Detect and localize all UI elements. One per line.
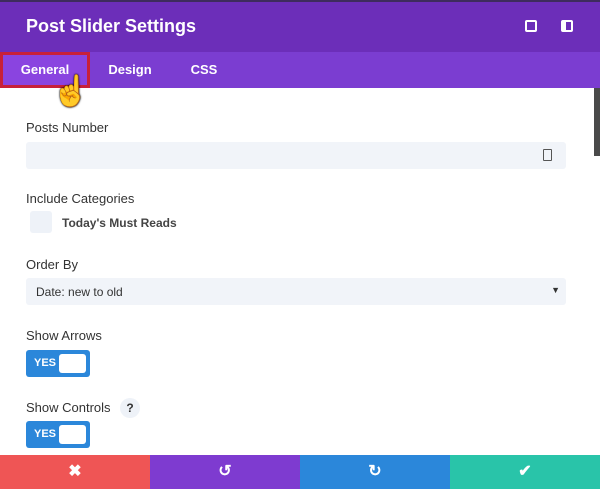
toggle-state: YES (34, 428, 57, 440)
sidebar-icon[interactable] (561, 20, 573, 32)
hand-cursor-icon: ☝ (52, 75, 90, 108)
toggle-knob (59, 354, 86, 373)
modal-title: Post Slider Settings (26, 16, 197, 36)
cancel-button[interactable]: ✖ (0, 455, 150, 489)
tab-css[interactable]: CSS (180, 52, 228, 88)
help-icon[interactable]: ? (120, 398, 140, 418)
save-button[interactable]: ✔ (450, 455, 600, 489)
toggle-state: YES (34, 357, 57, 369)
undo-button[interactable]: ↺ (150, 455, 300, 489)
chevron-down-icon: ▼ (551, 285, 560, 295)
show-controls-toggle[interactable]: YES (26, 421, 90, 448)
include-categories-label: Include Categories (26, 191, 135, 206)
show-arrows-toggle[interactable]: YES (26, 350, 90, 377)
category-label: Today's Must Reads (62, 216, 177, 230)
order-by-label: Order By (26, 257, 79, 272)
expand-icon[interactable] (525, 20, 537, 32)
redo-button[interactable]: ↻ (300, 455, 450, 489)
order-by-select[interactable]: Date: new to old ▼ (26, 278, 566, 305)
order-by-value: Date: new to old (36, 285, 123, 299)
scrollbar[interactable] (594, 88, 600, 156)
field-options-icon[interactable] (543, 149, 552, 161)
posts-number-input[interactable] (26, 142, 566, 169)
posts-number-label: Posts Number (26, 120, 109, 135)
footer-actions: ✖ ↺ ↻ ✔ (0, 455, 600, 489)
toggle-knob (59, 425, 86, 444)
tab-bar: General Design CSS (0, 52, 600, 88)
category-checkbox[interactable] (30, 211, 52, 233)
show-arrows-label: Show Arrows (26, 328, 102, 343)
show-controls-label: Show Controls (26, 400, 111, 415)
tab-design[interactable]: Design (98, 52, 162, 88)
modal-header: Post Slider Settings (0, 0, 600, 52)
